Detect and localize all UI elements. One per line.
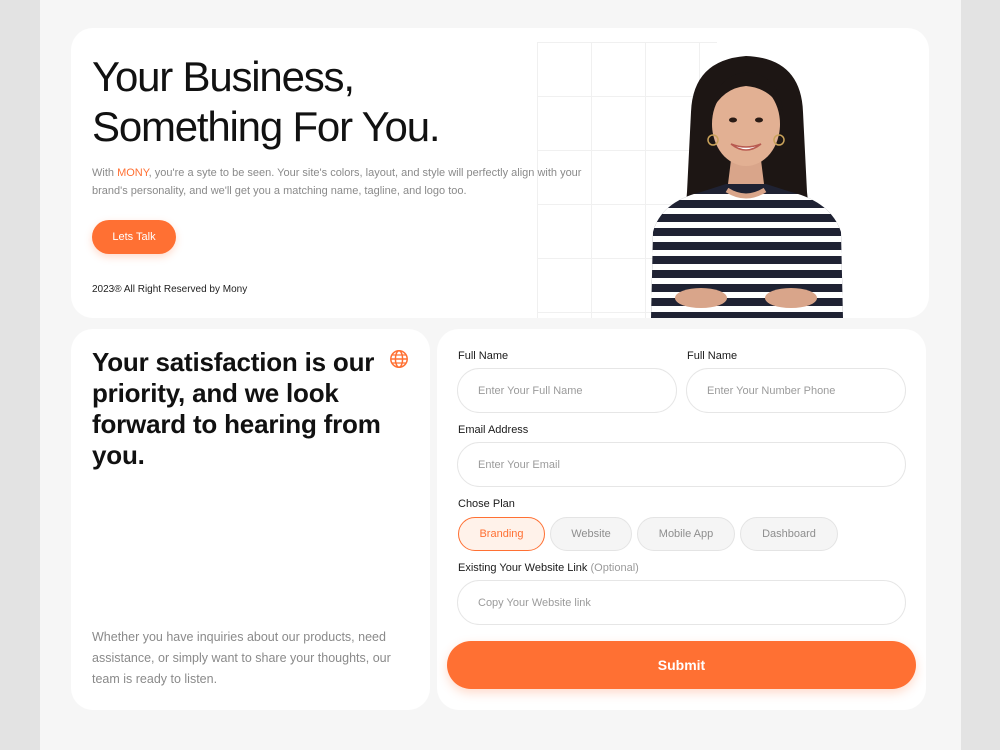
hero-desc-suffix: , you're a syte to be seen. Your site's …	[92, 167, 582, 197]
plan-chip-branding[interactable]: Branding	[458, 517, 545, 551]
info-title: Your satisfaction is our priority, and w…	[92, 347, 381, 470]
globe-icon[interactable]	[389, 349, 409, 369]
plan-chip-dashboard[interactable]: Dashboard	[740, 517, 838, 551]
optional-tag: (Optional)	[590, 562, 639, 574]
email-label: Email Address	[458, 424, 529, 436]
info-description: Whether you have inquiries about our pro…	[92, 630, 391, 686]
brand-name: MONY	[117, 167, 149, 179]
hero-title: Your Business, Something For You.	[92, 53, 441, 150]
website-label-text: Existing Your Website Link	[458, 562, 588, 574]
full-name-label: Full Name	[458, 350, 509, 362]
plan-chip-mobile-app[interactable]: Mobile App	[637, 517, 735, 551]
hero-description: With MONY, you're a syte to be seen. You…	[92, 164, 582, 200]
plan-chip-website[interactable]: Website	[550, 517, 632, 551]
phone-input[interactable]	[686, 368, 906, 413]
email-input[interactable]	[457, 442, 906, 487]
copyright-text: 2023® All Right Reserved by Mony	[92, 284, 248, 295]
website-input[interactable]	[457, 580, 906, 625]
submit-button[interactable]: Submit	[447, 641, 916, 689]
info-card: Your satisfaction is our priority, and w…	[71, 329, 430, 710]
hero-card: Your Business, Something For You. With M…	[71, 28, 929, 318]
hero-desc-prefix: With	[92, 167, 118, 179]
plan-label: Chose Plan	[458, 498, 515, 510]
page-canvas: Your Business, Something For You. With M…	[40, 0, 961, 750]
lets-talk-button[interactable]: Lets Talk	[92, 220, 176, 254]
website-label: Existing Your Website Link (Optional)	[458, 562, 639, 574]
contact-form-card: Full Name Full Name Email Address Chose …	[437, 329, 926, 710]
full-name-input[interactable]	[457, 368, 677, 413]
portrait-photo	[651, 56, 843, 318]
phone-label: Full Name	[687, 350, 738, 362]
